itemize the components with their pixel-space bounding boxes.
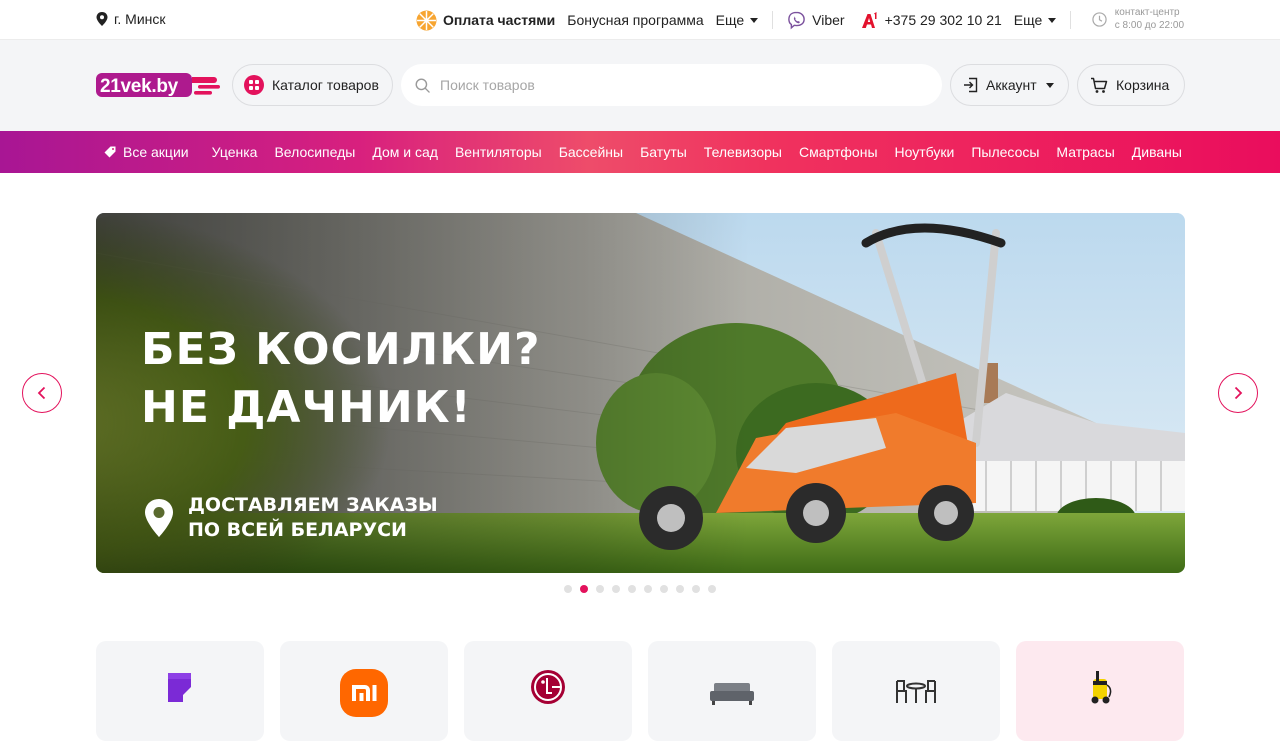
a1-operator-icon — [861, 11, 877, 28]
location-pin-icon — [96, 12, 108, 26]
promo-link-laptops[interactable]: Ноутбуки — [895, 144, 955, 160]
promo-link-bicycles[interactable]: Велосипеды — [274, 144, 355, 160]
carousel-dot[interactable] — [596, 585, 604, 593]
catalog-button[interactable]: Каталог товаров — [232, 64, 393, 106]
promo-link-sofas[interactable]: Диваны — [1132, 144, 1182, 160]
installments-label: Оплата частями — [443, 12, 556, 28]
promo-link-smartphones[interactable]: Смартфоны — [799, 144, 878, 160]
viber-label: Viber — [812, 12, 845, 28]
promo-nav: Все акции Уценка Велосипеды Дом и сад Ве… — [0, 131, 1280, 173]
brand-tile-pressure-washer[interactable] — [1016, 641, 1184, 741]
hours-value: с 8:00 до 22:00 — [1114, 20, 1184, 31]
carousel-dot[interactable] — [564, 585, 572, 593]
site-logo[interactable]: 21vek.by — [96, 72, 220, 98]
carousel-dots — [564, 585, 716, 593]
city-selector[interactable]: г. Минск — [96, 11, 166, 27]
carousel-dot-active[interactable] — [580, 585, 588, 593]
banner-sub-line2: ПО ВСЕЙ БЕЛАРУСИ — [188, 519, 407, 541]
viber-icon — [788, 11, 805, 29]
carousel-dot[interactable] — [676, 585, 684, 593]
city-label: г. Минск — [114, 11, 166, 27]
login-icon — [964, 77, 978, 93]
phone-number: +375 29 302 10 21 — [884, 12, 1002, 28]
brand-tile-purple[interactable] — [96, 641, 264, 741]
search-icon — [415, 78, 430, 93]
banner-sub-line1: ДОСТАВЛЯЕМ ЗАКАЗЫ — [188, 494, 438, 516]
contact-center-hours: контакт-центр с 8:00 до 22:00 — [1092, 6, 1184, 32]
cart-label: Корзина — [1116, 77, 1170, 93]
chevron-down-icon — [1045, 82, 1054, 88]
banner-delivery-note: ДОСТАВЛЯЕМ ЗАКАЗЫ ПО ВСЕЙ БЕЛАРУСИ — [144, 493, 438, 543]
carousel-dot[interactable] — [612, 585, 620, 593]
carousel-dot[interactable] — [660, 585, 668, 593]
brand-tile-garden-furniture[interactable] — [832, 641, 1000, 741]
bonus-program-label: Бонусная программа — [567, 12, 704, 28]
account-button[interactable]: Аккаунт — [950, 64, 1069, 106]
promo-link-tvs[interactable]: Телевизоры — [704, 144, 782, 160]
banner-headline-line2: НЕ ДАЧНИК! — [141, 382, 472, 433]
carousel-prev-button[interactable] — [22, 373, 62, 413]
carousel-dot[interactable] — [628, 585, 636, 593]
sofa-icon — [710, 683, 754, 705]
promo-link-home-garden[interactable]: Дом и сад — [372, 144, 438, 160]
catalog-label: Каталог товаров — [272, 77, 379, 93]
bonus-program-link[interactable]: Бонусная программа — [567, 12, 703, 28]
orange-slice-icon — [416, 10, 437, 30]
logo-text: 21vek.by — [100, 76, 179, 97]
all-promotions-link[interactable]: Все акции — [104, 144, 189, 160]
grid-icon — [244, 75, 264, 95]
tag-icon — [104, 146, 116, 158]
promo-link-discount[interactable]: Уценка — [212, 144, 258, 160]
more-phones-label: Еще — [1013, 12, 1043, 28]
xiaomi-logo-icon — [340, 669, 388, 717]
location-pin-icon — [145, 499, 173, 537]
clock-icon — [1092, 11, 1107, 27]
chevron-down-icon — [1048, 17, 1057, 23]
cart-button[interactable]: Корзина — [1077, 64, 1185, 106]
chevron-left-icon — [37, 386, 46, 400]
promo-link-trampolines[interactable]: Батуты — [640, 144, 687, 160]
carousel-dot[interactable] — [692, 585, 700, 593]
brand-tile-xiaomi[interactable] — [280, 641, 448, 741]
lg-logo-icon — [531, 670, 565, 704]
promo-link-vacuums[interactable]: Пылесосы — [971, 144, 1039, 160]
divider — [1070, 11, 1072, 29]
promo-link-pools[interactable]: Бассейны — [559, 144, 623, 160]
phone-link[interactable]: +375 29 302 10 21 — [861, 11, 1002, 29]
divider — [772, 11, 774, 29]
hero-banner[interactable]: БЕЗ КОСИЛКИ? НЕ ДАЧНИК! ДОСТАВЛЯЕМ ЗАКАЗ… — [96, 213, 1185, 573]
banner-headline-line1: БЕЗ КОСИЛКИ? — [141, 324, 541, 375]
carousel-dot[interactable] — [708, 585, 716, 593]
installments-link[interactable]: Оплата частями — [416, 10, 555, 31]
chevron-right-icon — [1234, 386, 1243, 400]
chevron-down-icon — [750, 17, 759, 23]
more-phones-dropdown[interactable]: Еще — [1014, 12, 1057, 28]
garden-furniture-icon — [896, 680, 936, 703]
more-links-label: Еще — [715, 12, 745, 28]
top-bar: г. Минск Оплата частями Бонусная програм… — [0, 0, 1280, 40]
hours-title: контакт-центр — [1114, 7, 1180, 18]
carousel-next-button[interactable] — [1218, 373, 1258, 413]
carousel-dot[interactable] — [644, 585, 652, 593]
more-links-dropdown[interactable]: Еще — [716, 12, 759, 28]
search-input[interactable] — [440, 77, 920, 93]
brand-tile-lg[interactable] — [464, 641, 632, 741]
banner-headline: БЕЗ КОСИЛКИ? НЕ ДАЧНИК! — [141, 321, 541, 437]
brand-tiles — [96, 641, 1184, 741]
cart-icon — [1091, 77, 1108, 93]
search-bar — [401, 64, 942, 106]
account-label: Аккаунт — [986, 77, 1037, 93]
main-header: 21vek.by Каталог товаров Аккаунт Корзина — [0, 40, 1280, 131]
pressure-washer-icon — [1091, 671, 1112, 704]
viber-link[interactable]: Viber — [787, 11, 845, 30]
purple-brand-logo-icon — [168, 673, 191, 702]
all-promotions-label: Все акции — [123, 144, 189, 160]
promo-link-fans[interactable]: Вентиляторы — [455, 144, 542, 160]
brand-tile-sofas[interactable] — [648, 641, 816, 741]
promo-link-mattresses[interactable]: Матрасы — [1056, 144, 1114, 160]
